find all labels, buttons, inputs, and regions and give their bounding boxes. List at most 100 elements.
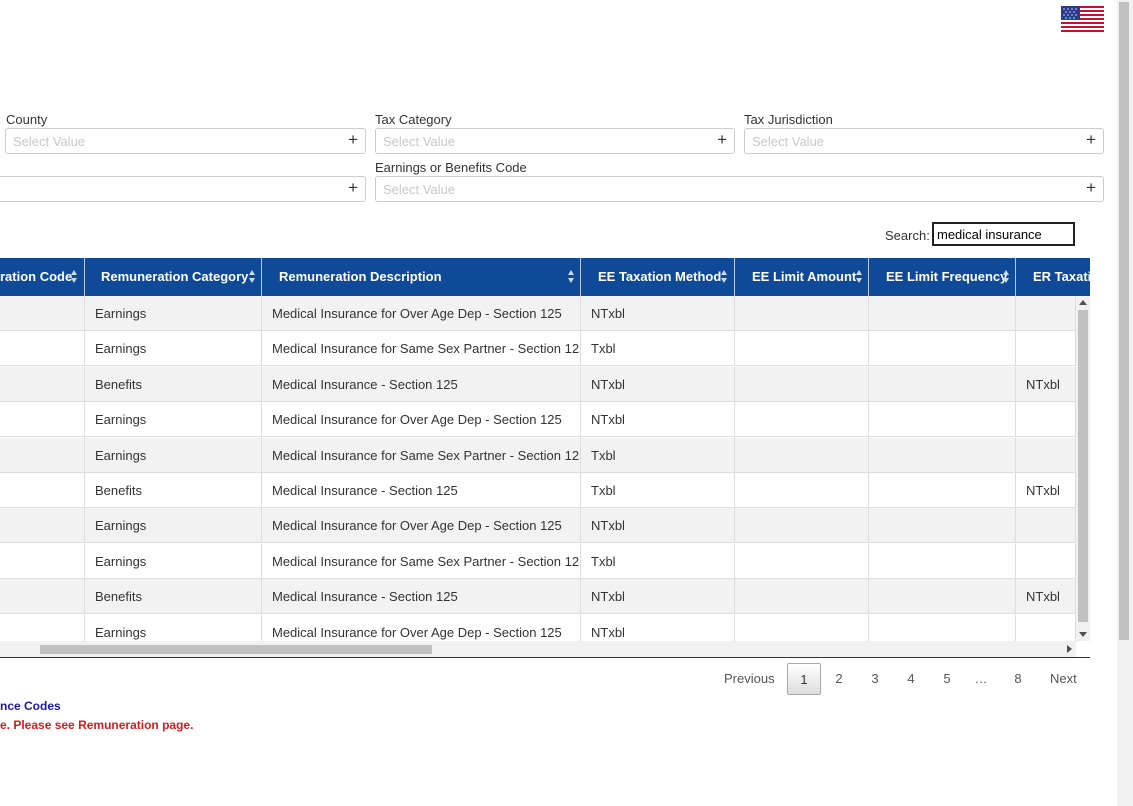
cell-remuneration-description: Medical Insurance for Same Sex Partner -… [262,331,581,367]
page-scrollbar[interactable] [1117,0,1133,806]
page-scrollbar-thumb[interactable] [1119,2,1129,640]
col-header-label: ration Code [0,269,73,284]
col-header-ee-limit-frequency[interactable]: EE Limit Frequency [869,258,1016,296]
col-header-remuneration-category[interactable]: Remuneration Category [85,258,262,296]
next-page-button[interactable]: Next [1050,663,1077,695]
cell-ee-limit-frequency [869,473,1016,508]
cell-remuneration-description: Medical Insurance for Over Age Dep - Sec… [262,402,581,438]
cell-remuneration-code [0,579,85,615]
cell-remuneration-category: Earnings [85,508,262,544]
us-flag-icon[interactable] [1061,6,1104,32]
table-row[interactable]: Earnings Medical Insurance for Same Sex P… [0,331,1076,367]
earnings-benefits-code-label: Earnings or Benefits Code [375,160,527,175]
col-header-label: Remuneration Category [101,269,249,284]
cell-er-taxation-method [1016,614,1076,641]
table-header: ration Code Remuneration Category Remune… [0,258,1090,296]
cell-remuneration-code [0,473,85,508]
cell-ee-limit-frequency [869,296,1016,331]
cell-ee-limit-frequency [869,579,1016,615]
col-header-label: EE Limit Amount [752,269,857,284]
table-row[interactable]: Benefits Medical Insurance - Section 125 N… [0,366,1076,402]
sort-icon[interactable] [856,270,863,284]
left-filter-select[interactable]: + [0,176,366,202]
cell-ee-limit-frequency [869,366,1016,402]
sort-icon[interactable] [721,270,728,284]
table-horizontal-scrollbar-thumb[interactable] [40,645,432,654]
cell-er-taxation-method [1016,331,1076,367]
plus-icon[interactable]: + [717,130,727,150]
page-8-button[interactable]: 8 [1008,663,1028,695]
remuneration-page-notice: e. Please see Remuneration page. [0,718,194,732]
cell-remuneration-code [0,331,85,367]
table-row[interactable]: Benefits Medical Insurance - Section 125 T… [0,473,1076,508]
cell-ee-taxation-method: NTxbl [581,579,735,615]
cell-remuneration-code [0,296,85,331]
cell-remuneration-category: Earnings [85,543,262,579]
plus-icon[interactable]: + [348,178,358,198]
scroll-right-arrow-icon[interactable] [1067,645,1072,653]
table-horizontal-scrollbar[interactable] [0,641,1076,657]
table-row[interactable]: Earnings Medical Insurance for Over Age D… [0,296,1076,331]
table-row[interactable]: Earnings Medical Insurance for Over Age D… [0,614,1076,641]
cell-er-taxation-method [1016,402,1076,438]
scroll-down-arrow-icon[interactable] [1079,632,1087,637]
tax-category-label: Tax Category [375,112,452,127]
sort-icon[interactable] [1003,270,1010,284]
previous-page-button[interactable]: Previous [724,663,775,695]
plus-icon[interactable]: + [1086,178,1096,198]
sort-icon[interactable] [71,270,78,284]
table-row[interactable]: Earnings Medical Insurance for Same Sex P… [0,543,1076,579]
cell-remuneration-description: Medical Insurance for Over Age Dep - Sec… [262,508,581,544]
page-1-button[interactable]: 1 [787,663,821,695]
page-2-button[interactable]: 2 [829,663,849,695]
cell-ee-limit-amount [735,614,869,641]
table-bottom-border [0,657,1090,658]
page-5-button[interactable]: 5 [937,663,957,695]
table-row[interactable]: Earnings Medical Insurance for Over Age D… [0,508,1076,544]
cell-remuneration-category: Benefits [85,473,262,508]
cell-remuneration-code [0,543,85,579]
col-header-er-taxation-method[interactable]: ER Taxatio [1016,258,1090,296]
county-placeholder: Select Value [13,134,86,149]
pagination-ellipsis: … [974,671,988,686]
cell-ee-taxation-method: Txbl [581,437,735,473]
sort-icon[interactable] [568,270,575,284]
col-header-remuneration-code[interactable]: ration Code [0,258,85,296]
page-3-button[interactable]: 3 [865,663,885,695]
search-label: Search: [885,228,930,243]
tax-category-placeholder: Select Value [383,134,456,149]
table-vertical-scrollbar-thumb[interactable] [1078,310,1088,622]
cell-remuneration-code [0,614,85,641]
scroll-up-arrow-icon[interactable] [1079,300,1087,305]
county-select[interactable]: Select Value + [5,128,366,154]
cell-ee-taxation-method: Txbl [581,331,735,367]
cell-remuneration-category: Earnings [85,402,262,438]
page-4-button[interactable]: 4 [901,663,921,695]
table-vertical-scrollbar[interactable] [1076,296,1090,641]
table-row[interactable]: Earnings Medical Insurance for Same Sex P… [0,437,1076,473]
col-header-label: ER Taxatio [1033,269,1090,284]
plus-icon[interactable]: + [1086,130,1096,150]
col-header-remuneration-description[interactable]: Remuneration Description [262,258,581,296]
cell-ee-limit-frequency [869,331,1016,367]
cell-ee-taxation-method: NTxbl [581,508,735,544]
table-row[interactable]: Benefits Medical Insurance - Section 125 N… [0,579,1076,615]
cell-ee-taxation-method: Txbl [581,543,735,579]
cell-er-taxation-method: NTxbl [1016,366,1076,402]
sort-icon[interactable] [249,270,256,284]
cell-remuneration-description: Medical Insurance for Over Age Dep - Sec… [262,614,581,641]
cell-remuneration-description: Medical Insurance - Section 125 [262,579,581,615]
plus-icon[interactable]: + [348,130,358,150]
cell-ee-limit-amount [735,366,869,402]
col-header-ee-taxation-method[interactable]: EE Taxation Method [581,258,735,296]
table-body: Earnings Medical Insurance for Over Age D… [0,296,1076,641]
search-input[interactable] [932,222,1075,246]
remuneration-codes-link[interactable]: nce Codes [0,699,61,713]
tax-jurisdiction-select[interactable]: Select Value + [744,128,1104,154]
tax-category-select[interactable]: Select Value + [375,128,735,154]
cell-remuneration-code [0,508,85,544]
earnings-benefits-code-select[interactable]: Select Value + [375,176,1104,202]
table-row[interactable]: Earnings Medical Insurance for Over Age D… [0,402,1076,438]
col-header-ee-limit-amount[interactable]: EE Limit Amount [735,258,869,296]
cell-ee-limit-amount [735,473,869,508]
